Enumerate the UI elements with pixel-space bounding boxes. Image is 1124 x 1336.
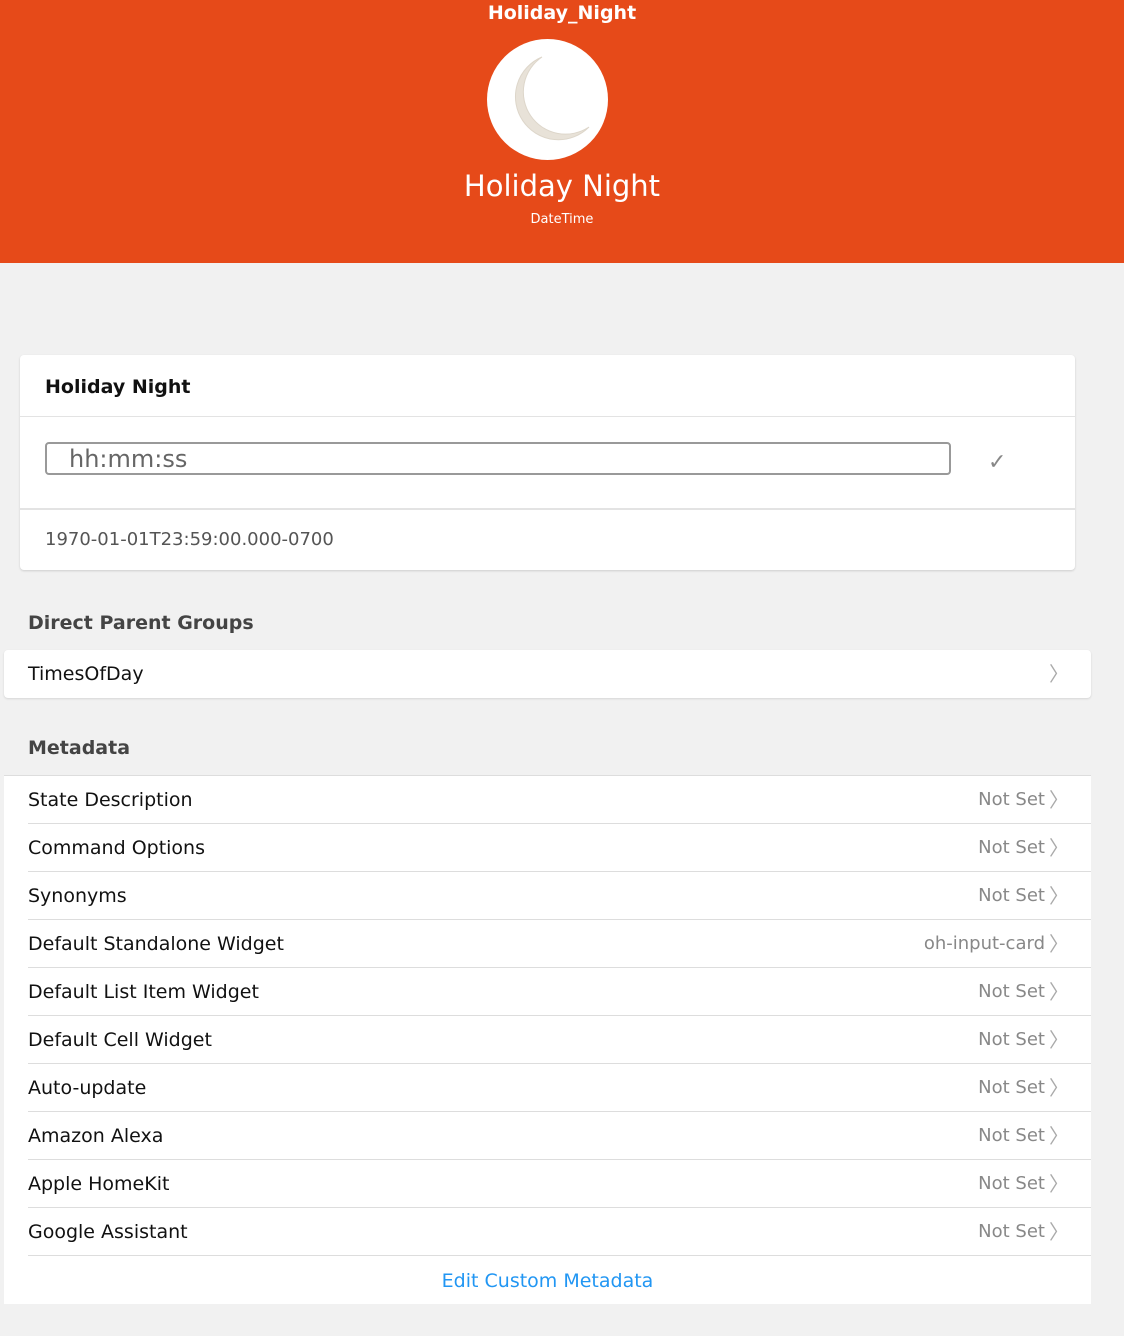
metadata-list: State Description Not Set 〉 Command Options…: [4, 775, 1091, 1304]
chevron-right-icon: 〉: [1049, 788, 1069, 812]
metadata-value: Not Set: [978, 1221, 1045, 1242]
chevron-right-icon: 〉: [1049, 1172, 1069, 1196]
metadata-value: Not Set: [978, 1125, 1045, 1146]
metadata-label: Apple HomeKit: [28, 1173, 170, 1195]
metadata-row[interactable]: Command Options Not Set 〉: [4, 824, 1091, 872]
chevron-right-icon: 〉: [1049, 1124, 1069, 1148]
list-item[interactable]: TimesOfDay 〉: [4, 650, 1091, 698]
divider: [28, 1255, 1091, 1256]
item-name: Holiday_Night: [487, 2, 637, 24]
metadata-label: Amazon Alexa: [28, 1125, 164, 1147]
metadata-row[interactable]: Default Cell Widget Not Set 〉: [4, 1016, 1091, 1064]
metadata-row[interactable]: Google Assistant Not Set 〉: [4, 1208, 1091, 1256]
chevron-right-icon: 〉: [1049, 932, 1069, 956]
metadata-label: Synonyms: [28, 885, 127, 907]
item-label: Holiday Night: [463, 169, 661, 203]
metadata-value: Not Set: [978, 1173, 1045, 1194]
metadata-row[interactable]: State Description Not Set 〉: [4, 776, 1091, 824]
metadata-value: oh-input-card: [923, 933, 1045, 954]
moon-icon: [487, 39, 608, 160]
time-input[interactable]: [45, 442, 951, 475]
parent-groups-heading: Direct Parent Groups: [28, 612, 254, 634]
group-label: TimesOfDay: [28, 663, 144, 685]
state-value: 1970-01-01T23:59:00.000-0700: [45, 529, 334, 550]
metadata-value: Not Set: [978, 837, 1045, 858]
card-title: Holiday Night: [20, 355, 1075, 417]
metadata-row[interactable]: Default List Item Widget Not Set 〉: [4, 968, 1091, 1016]
metadata-label: Default Standalone Widget: [28, 933, 284, 955]
metadata-value: Not Set: [978, 981, 1045, 1002]
input-row: ✓: [20, 417, 1075, 510]
metadata-row[interactable]: Auto-update Not Set 〉: [4, 1064, 1091, 1112]
chevron-right-icon: 〉: [1049, 662, 1069, 686]
chevron-right-icon: 〉: [1049, 980, 1069, 1004]
metadata-label: Default List Item Widget: [28, 981, 259, 1003]
metadata-value: Not Set: [978, 789, 1045, 810]
chevron-right-icon: 〉: [1049, 836, 1069, 860]
metadata-heading: Metadata: [28, 737, 131, 759]
metadata-row[interactable]: Amazon Alexa Not Set 〉: [4, 1112, 1091, 1160]
metadata-value: Not Set: [978, 1077, 1045, 1098]
metadata-value: Not Set: [978, 1029, 1045, 1050]
chevron-right-icon: 〉: [1049, 1028, 1069, 1052]
metadata-row[interactable]: Apple HomeKit Not Set 〉: [4, 1160, 1091, 1208]
metadata-row[interactable]: Default Standalone Widget oh-input-card 〉: [4, 920, 1091, 968]
item-header: Holiday_Night Holiday Night DateTime: [0, 0, 1124, 263]
chevron-right-icon: 〉: [1049, 1220, 1069, 1244]
checkmark-icon[interactable]: ✓: [988, 450, 1006, 475]
metadata-row[interactable]: Synonyms Not Set 〉: [4, 872, 1091, 920]
item-type: DateTime: [530, 212, 594, 227]
metadata-label: Auto-update: [28, 1077, 147, 1099]
chevron-right-icon: 〉: [1049, 1076, 1069, 1100]
state-card: Holiday Night ✓ 1970-01-01T23:59:00.000-…: [20, 355, 1075, 570]
metadata-value: Not Set: [978, 885, 1045, 906]
metadata-label: State Description: [28, 789, 193, 811]
chevron-right-icon: 〉: [1049, 884, 1069, 908]
edit-custom-metadata-link[interactable]: Edit Custom Metadata: [4, 1256, 1091, 1304]
metadata-label: Command Options: [28, 837, 206, 859]
metadata-label: Default Cell Widget: [28, 1029, 212, 1051]
parent-groups-list: TimesOfDay 〉: [4, 650, 1091, 698]
metadata-label: Google Assistant: [28, 1221, 188, 1243]
